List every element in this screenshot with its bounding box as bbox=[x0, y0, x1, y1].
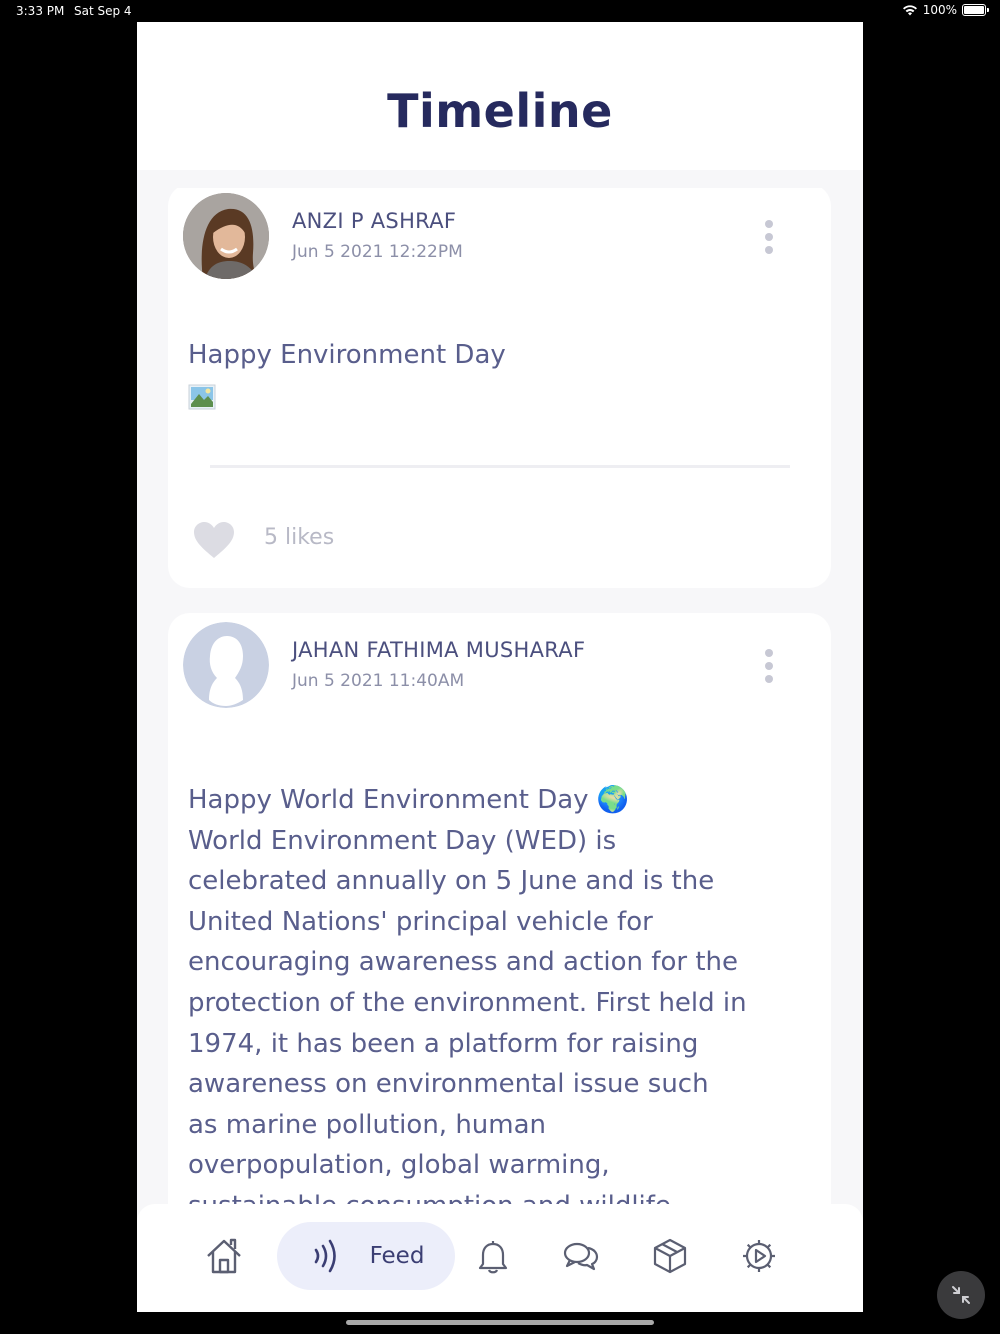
more-options-icon[interactable] bbox=[758, 220, 780, 254]
page-title: Timeline bbox=[387, 84, 613, 138]
post-text-line: awareness on environmental issue such bbox=[188, 1069, 709, 1100]
post-text-line: 1974, it has been a platform for raising bbox=[188, 1028, 699, 1059]
post-card: ANZI P ASHRAF Jun 5 2021 12:22PM Happy E… bbox=[168, 188, 831, 588]
feed-icon bbox=[314, 1239, 336, 1273]
collapse-arrows-icon bbox=[952, 1286, 970, 1304]
post-text: Happy Environment Day bbox=[188, 340, 506, 370]
status-date: Sat Sep 4 bbox=[74, 4, 132, 18]
nav-feed-label: Feed bbox=[369, 1243, 425, 1269]
nav-home[interactable] bbox=[203, 1222, 245, 1290]
post-text-line: celebrated annually on 5 June and is the bbox=[188, 866, 715, 897]
post-card: JAHAN FATHIMA MUSHARAF Jun 5 2021 11:40A… bbox=[168, 613, 831, 1204]
timeline-feed[interactable]: ANZI P ASHRAF Jun 5 2021 12:22PM Happy E… bbox=[137, 188, 863, 1204]
nav-feed[interactable]: Feed bbox=[277, 1222, 455, 1290]
avatar[interactable] bbox=[183, 622, 269, 708]
box-icon bbox=[653, 1238, 687, 1274]
wifi-icon bbox=[902, 5, 917, 16]
post-text-line: sustainable consumption and wildlife bbox=[188, 1186, 808, 1204]
chat-icon bbox=[563, 1242, 599, 1271]
post-text-line: overpopulation, global warming, bbox=[188, 1150, 610, 1181]
nav-settings[interactable] bbox=[738, 1222, 780, 1290]
avatar[interactable] bbox=[183, 193, 269, 279]
author-name[interactable]: JAHAN FATHIMA MUSHARAF bbox=[292, 638, 585, 662]
battery-icon bbox=[962, 4, 989, 16]
home-icon bbox=[207, 1238, 241, 1274]
home-indicator[interactable] bbox=[346, 1320, 654, 1325]
app-header: Timeline bbox=[137, 22, 863, 170]
post-text-line: United Nations' principal vehicle for bbox=[188, 906, 653, 937]
divider bbox=[210, 465, 790, 468]
nav-notifications[interactable] bbox=[472, 1222, 514, 1290]
post-timestamp: Jun 5 2021 12:22PM bbox=[292, 242, 463, 262]
likes-count[interactable]: 5 likes bbox=[264, 525, 334, 550]
nav-messages[interactable] bbox=[560, 1222, 602, 1290]
status-time: 3:33 PM bbox=[16, 4, 65, 18]
settings-icon bbox=[743, 1240, 775, 1272]
more-options-icon[interactable] bbox=[758, 649, 780, 683]
post-text-line: protection of the environment. First hel… bbox=[188, 987, 747, 1018]
battery-percent: 100% bbox=[922, 3, 957, 17]
bottom-nav: Feed bbox=[137, 1204, 863, 1312]
post-text-line: Happy World Environment Day 🌍 bbox=[188, 785, 630, 815]
heart-icon[interactable] bbox=[192, 520, 236, 560]
status-bar: 3:33 PM Sat Sep 4 100% bbox=[0, 0, 1000, 22]
broken-image-icon bbox=[188, 384, 216, 410]
status-right: 100% bbox=[902, 3, 989, 17]
nav-box[interactable] bbox=[649, 1222, 691, 1290]
collapse-button[interactable] bbox=[937, 1271, 985, 1319]
post-text-line: encouraging awareness and action for the bbox=[188, 947, 738, 978]
author-name[interactable]: ANZI P ASHRAF bbox=[292, 209, 456, 233]
post-text: Happy World Environment Day 🌍 World Envi… bbox=[188, 780, 808, 1204]
app-window: Timeline ANZI P ASHRAF Jun 5 2021 12:22P… bbox=[137, 22, 863, 1312]
post-text-line: as marine pollution, human bbox=[188, 1109, 547, 1140]
post-timestamp: Jun 5 2021 11:40AM bbox=[292, 671, 465, 691]
bell-icon bbox=[478, 1241, 508, 1274]
post-text-line: World Environment Day (WED) is bbox=[188, 825, 617, 856]
